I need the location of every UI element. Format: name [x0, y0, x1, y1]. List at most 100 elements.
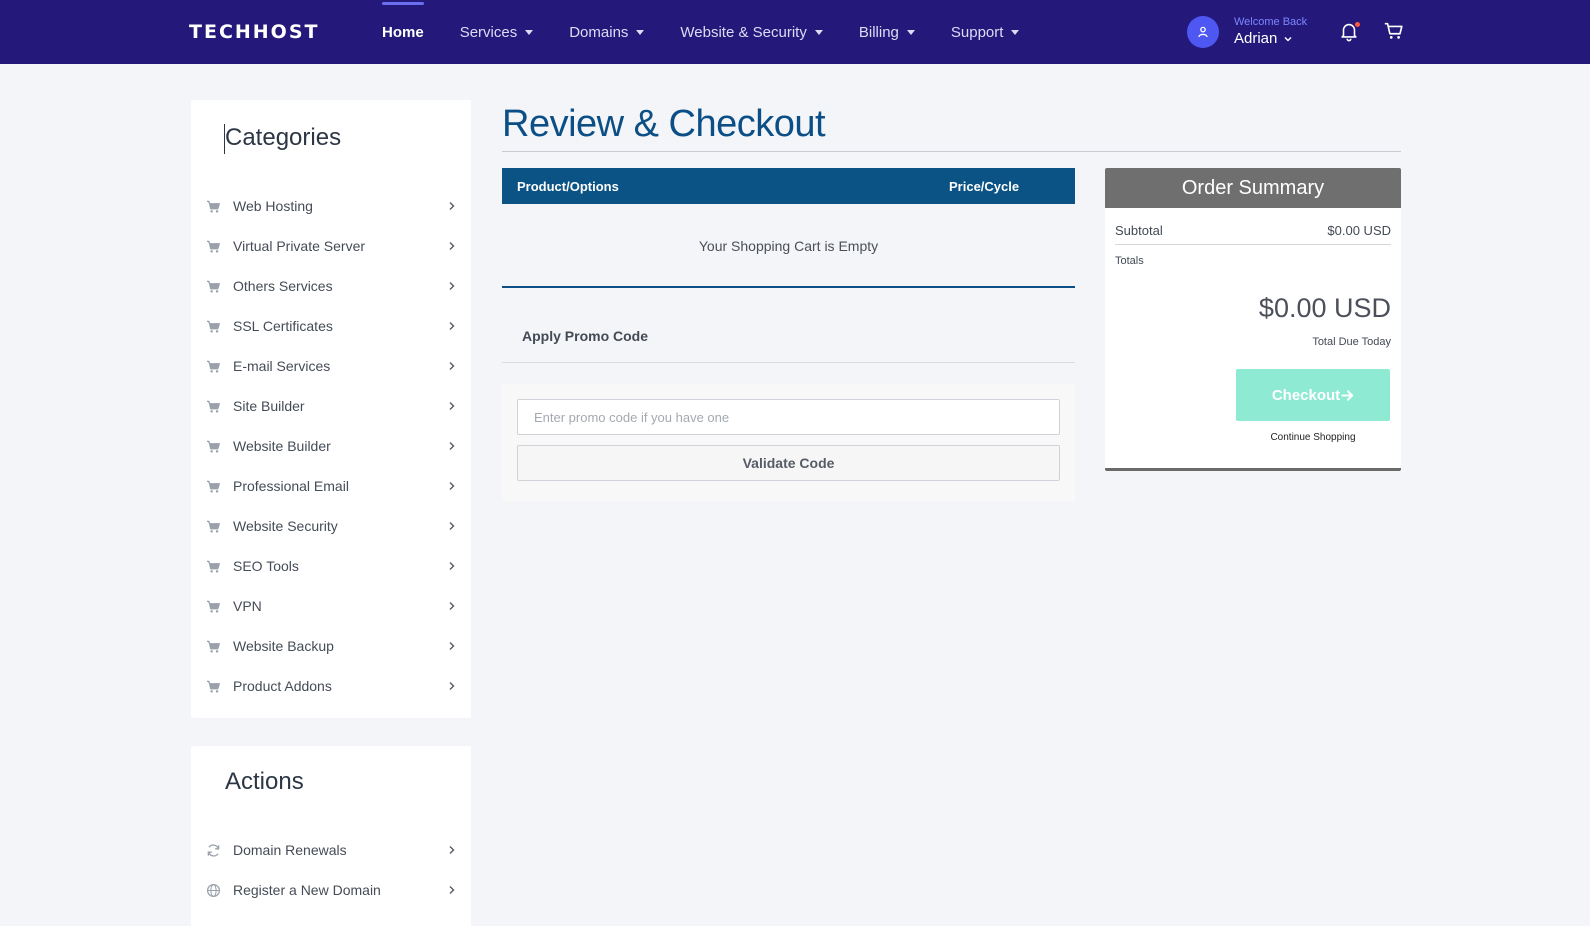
order-summary-title: Order Summary: [1105, 168, 1401, 208]
sidebar-item-ssl-certificates[interactable]: SSL Certificates: [205, 306, 457, 346]
chevron-right-icon: [447, 401, 457, 411]
nav-support-label: Support: [950, 23, 1004, 41]
cart-icon: [205, 398, 221, 414]
chevron-right-icon: [447, 441, 457, 451]
user-text: Welcome Back Adrian: [1234, 16, 1307, 48]
cart-empty-message: Your Shopping Cart is Empty: [698, 238, 879, 254]
sidebar-item-virtual-private-server[interactable]: Virtual Private Server: [205, 226, 457, 266]
cart-icon: [205, 438, 221, 454]
logo[interactable]: TECHHOST: [189, 22, 319, 42]
cart-icon: [205, 318, 221, 334]
notification-dot: [1354, 21, 1361, 28]
col-product: Product/Options: [517, 179, 619, 194]
sidebar-item-label: Professional Email: [233, 478, 349, 494]
user-menu[interactable]: Welcome Back Adrian: [1187, 16, 1307, 48]
sidebar-item-label: Website Security: [233, 518, 338, 534]
checkout-label: Checkout: [1271, 386, 1341, 404]
sidebar-item-register-a-new-domain[interactable]: Register a New Domain: [205, 870, 457, 910]
sidebar-item-label: Others Services: [233, 278, 333, 294]
promo-title[interactable]: Apply Promo Code: [522, 328, 648, 344]
nav-home[interactable]: Home: [382, 0, 424, 64]
divider: [502, 362, 1075, 363]
chevron-right-icon: [447, 601, 457, 611]
notifications-bell[interactable]: [1338, 20, 1362, 44]
refresh-icon: [205, 842, 221, 858]
sidebar-item-label: Website Backup: [233, 638, 334, 654]
nav-services[interactable]: Services: [460, 0, 534, 64]
nav-billing[interactable]: Billing: [859, 0, 915, 64]
username-label: Adrian: [1234, 30, 1278, 47]
sidebar-item-seo-tools[interactable]: SEO Tools: [205, 546, 457, 586]
order-summary: Order Summary Subtotal $0.00 USD Totals …: [1105, 168, 1401, 471]
divider: [502, 151, 1401, 152]
nav-domains-label: Domains: [569, 23, 629, 41]
caret-down-icon: [906, 29, 915, 35]
cart-icon: [1384, 22, 1403, 39]
sidebar-item-professional-email[interactable]: Professional Email: [205, 466, 457, 506]
globe-icon: [205, 882, 221, 898]
sidebar-item-label: SEO Tools: [233, 558, 299, 574]
sidebar-item-website-security[interactable]: Website Security: [205, 506, 457, 546]
sidebar-item-label: Website Builder: [233, 438, 331, 454]
nav-website-security-label: Website & Security: [680, 23, 807, 41]
sidebar-item-label: Product Addons: [233, 678, 332, 694]
caret-down-icon: [1011, 29, 1020, 35]
categories-panel: Categories Web Hosting Virtual Private Se…: [191, 100, 471, 718]
divider: [502, 286, 1075, 288]
chevron-right-icon: [447, 321, 457, 331]
chevron-right-icon: [447, 845, 457, 855]
sidebar-item-product-addons[interactable]: Product Addons: [205, 666, 457, 706]
cart-icon: [205, 278, 221, 294]
sidebar-item-site-builder[interactable]: Site Builder: [205, 386, 457, 426]
sidebar-item-label: Site Builder: [233, 398, 305, 414]
cart-icon: [205, 518, 221, 534]
username: Adrian: [1234, 29, 1307, 48]
sidebar-item-label: E-mail Services: [233, 358, 331, 374]
sidebar-item-e-mail-services[interactable]: E-mail Services: [205, 346, 457, 386]
nav-support[interactable]: Support: [951, 0, 1020, 64]
categories-title: Categories: [225, 124, 342, 151]
actions-list: Domain Renewals Register a New Domain: [205, 830, 457, 910]
sidebar-item-vpn[interactable]: VPN: [205, 586, 457, 626]
cart-button[interactable]: [1383, 20, 1407, 44]
total-amount: $0.00 USD: [1258, 293, 1391, 323]
nav-home-label: Home: [382, 23, 424, 41]
validate-code-button[interactable]: Validate Code: [517, 445, 1060, 481]
chevron-right-icon: [447, 561, 457, 571]
continue-shopping-link[interactable]: Continue Shopping: [1236, 432, 1390, 443]
sidebar-item-web-hosting[interactable]: Web Hosting: [205, 186, 457, 226]
chevron-right-icon: [447, 641, 457, 651]
user-icon: [1198, 26, 1208, 38]
totals-label: Totals: [1115, 255, 1144, 267]
checkout-button[interactable]: Checkout: [1236, 369, 1390, 421]
nav-website-security[interactable]: Website & Security: [680, 0, 823, 64]
chevron-right-icon: [447, 481, 457, 491]
main-nav: Home Services Domains Website & Security…: [382, 0, 1055, 64]
caret-down-icon: [525, 29, 534, 35]
sidebar-item-label: Register a New Domain: [233, 882, 381, 898]
cart-icon: [205, 198, 221, 214]
sidebar-item-label: Domain Renewals: [233, 842, 347, 858]
promo-code-input[interactable]: [517, 399, 1060, 435]
cart-icon: [205, 638, 221, 654]
cart-icon: [205, 238, 221, 254]
top-navbar: TECHHOST Home Services Domains Website &…: [0, 0, 1590, 64]
chevron-right-icon: [447, 885, 457, 895]
nav-domains[interactable]: Domains: [569, 0, 645, 64]
chevron-right-icon: [447, 361, 457, 371]
categories-list: Web Hosting Virtual Private Server Others …: [205, 186, 457, 706]
cart-icon: [205, 558, 221, 574]
sidebar-item-label: Web Hosting: [233, 198, 313, 214]
promo-box: Validate Code: [502, 384, 1075, 502]
cart-icon: [205, 598, 221, 614]
subtotal-label: Subtotal: [1115, 223, 1163, 238]
sidebar-item-others-services[interactable]: Others Services: [205, 266, 457, 306]
sidebar-item-website-builder[interactable]: Website Builder: [205, 426, 457, 466]
avatar: [1187, 16, 1219, 48]
sidebar-item-website-backup[interactable]: Website Backup: [205, 626, 457, 666]
cart-icon: [205, 358, 221, 374]
sidebar-item-domain-renewals[interactable]: Domain Renewals: [205, 830, 457, 870]
actions-title: Actions: [225, 768, 304, 795]
actions-panel: Actions Domain Renewals Register a New Do…: [191, 746, 471, 926]
cart-icon: [205, 478, 221, 494]
